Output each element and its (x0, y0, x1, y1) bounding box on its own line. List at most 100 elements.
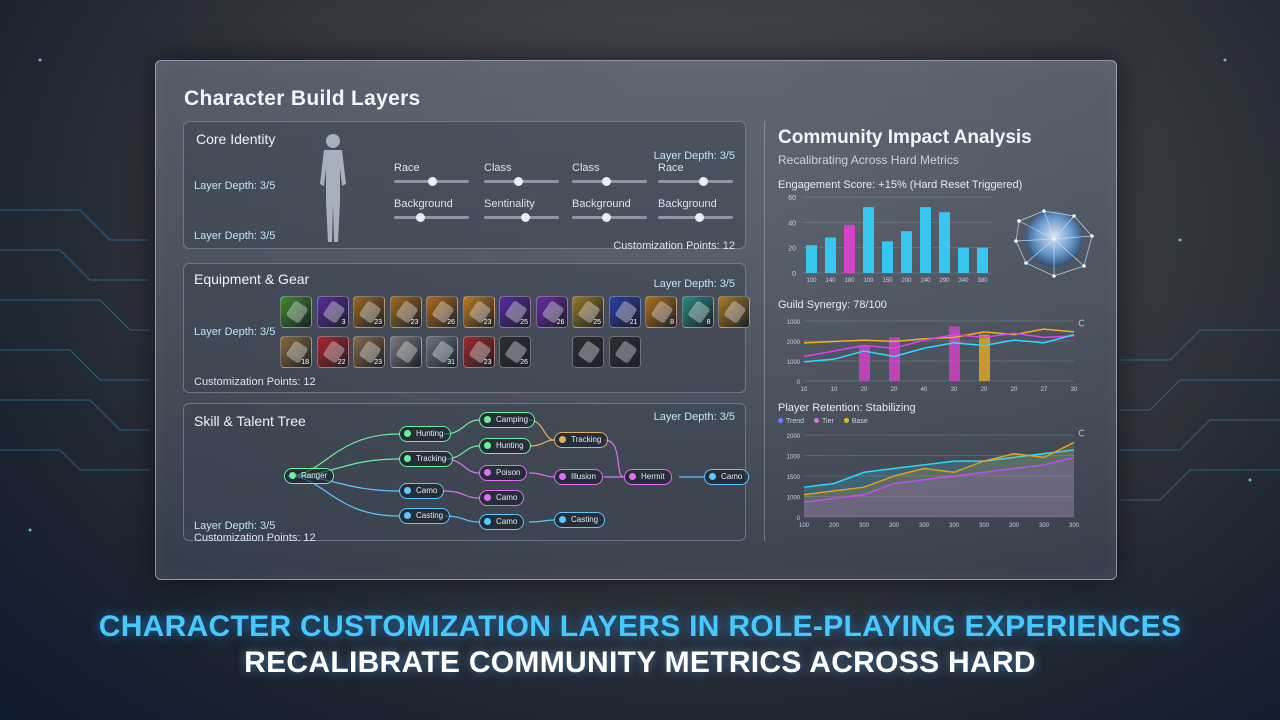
y-tick-label: 1000 (787, 320, 801, 326)
skill-node[interactable]: Camo (399, 483, 445, 499)
skill-node[interactable]: Camo (479, 514, 525, 530)
x-tick-label: 180 (844, 278, 855, 284)
equipment-gear-section: Equipment & Gear Layer Depth: 3/5 Layer … (183, 263, 750, 393)
gear-item-slot[interactable]: 3 (316, 296, 349, 328)
attribute-slider[interactable] (484, 213, 559, 222)
attribute-slider[interactable] (484, 177, 559, 186)
gear-item-icon (723, 300, 747, 324)
skill-node[interactable]: Hunting (399, 426, 451, 442)
skill-node[interactable]: Poison (479, 465, 528, 481)
skill-node[interactable]: Camo (704, 469, 750, 485)
y-tick-label: 2000 (787, 434, 801, 440)
skill-node[interactable]: Tracking (554, 432, 609, 448)
y-tick-label: 0 (792, 271, 796, 278)
x-tick-label: 30 (1071, 387, 1078, 393)
attribute-slider[interactable] (394, 177, 469, 186)
slider-knob[interactable] (521, 213, 531, 222)
x-tick-label: 240 (920, 278, 931, 284)
x-tick-label: 380 (977, 278, 988, 284)
bar (882, 241, 893, 273)
slider-knob[interactable] (699, 177, 708, 186)
skill-node-label: Tracking (416, 454, 447, 463)
slider-label: Class (484, 162, 512, 174)
info-icon[interactable] (1078, 429, 1084, 437)
gear-item-slot[interactable]: 8 (645, 296, 677, 328)
core-depth-top: Layer Depth: 3/5 (653, 150, 735, 162)
gear-item-slot[interactable] (572, 336, 604, 368)
engagement-bar-chart: 0 20 40 60 100 140 180 100 150 200 240 290 340 380 (788, 195, 992, 284)
attribute-slider[interactable] (658, 177, 733, 186)
y-tick-label: 1000 (787, 360, 801, 366)
skill-node[interactable]: Camo (479, 490, 525, 506)
gear-item-slot[interactable]: 26 (499, 336, 531, 368)
attribute-slider[interactable] (394, 213, 469, 222)
skill-node-label: Camo (416, 486, 438, 495)
x-tick-label: 300 (859, 523, 870, 529)
bar (920, 207, 931, 273)
x-tick-label: 100 (799, 523, 810, 529)
x-tick-label: 300 (889, 523, 900, 529)
skill-node[interactable]: Illusion (554, 469, 603, 485)
gear-item-slot[interactable] (718, 296, 750, 328)
gear-item-badge: 23 (410, 319, 419, 326)
gear-item-slot[interactable]: 23 (353, 296, 385, 328)
x-tick-label: 20 (981, 387, 988, 393)
gear-item-slot[interactable]: 23 (389, 296, 422, 328)
gear-item-badge: 21 (629, 319, 638, 326)
skill-node[interactable]: Casting (399, 508, 451, 524)
attribute-slider[interactable] (572, 177, 647, 186)
legend-swatch (778, 418, 783, 423)
gear-item-badge: 3 (341, 319, 346, 326)
gear-item-badge: 26 (520, 359, 528, 366)
info-icon[interactable] (1078, 319, 1084, 327)
skill-node-label: Tracking (571, 435, 602, 444)
gear-item-slot[interactable] (389, 336, 422, 368)
slider-knob[interactable] (416, 213, 426, 222)
skill-node[interactable]: Camping (479, 412, 536, 428)
slider-knob[interactable] (601, 213, 611, 222)
slider-knob[interactable] (513, 177, 523, 186)
gear-item-slot[interactable]: 26 (426, 296, 458, 328)
gear-item-badge: 23 (483, 319, 492, 326)
slider-label: Background (394, 198, 453, 210)
player-retention-label: Player Retention: Stabilizing (778, 402, 916, 414)
skill-node-label: Casting (416, 511, 444, 520)
y-tick-label: 0 (797, 516, 801, 522)
gear-item-icon (577, 340, 601, 364)
skill-node[interactable]: Tracking (399, 451, 454, 467)
legend-label: Base (851, 418, 868, 425)
x-tick-label: 100 (863, 278, 874, 284)
bar (901, 231, 912, 273)
slider-knob[interactable] (695, 213, 705, 222)
community-title: Community Impact Analysis (778, 127, 1032, 148)
gear-item-slot[interactable] (280, 296, 312, 328)
gear-item-slot[interactable] (608, 336, 641, 368)
x-tick-label: 290 (939, 278, 950, 284)
x-tick-label: 27 (1041, 387, 1048, 393)
skill-node[interactable]: Hunting (479, 438, 531, 454)
gear-item-slot[interactable]: 22 (316, 336, 349, 368)
gear-item-slot[interactable]: 26 (535, 296, 568, 328)
gear-item-slot[interactable]: 25 (572, 296, 604, 328)
slider-label: Class (572, 162, 600, 174)
skill-node[interactable]: Hermit (624, 469, 672, 485)
gear-item-slot[interactable]: 18 (280, 336, 312, 368)
slider-knob[interactable] (427, 177, 437, 186)
gear-item-slot[interactable]: 23 (462, 336, 495, 368)
gear-item-slot[interactable]: 31 (426, 336, 458, 368)
skill-node[interactable]: Ranger (284, 468, 335, 484)
slider-knob[interactable] (601, 177, 611, 186)
gear-item-slot[interactable]: 23 (462, 296, 495, 328)
gear-item-badge: 31 (447, 359, 455, 366)
skill-node[interactable]: Casting (554, 512, 606, 528)
attribute-slider[interactable] (572, 213, 647, 222)
x-tick-label: 10 (831, 387, 838, 393)
gear-item-slot[interactable]: 8 (681, 296, 714, 328)
gear-item-slot[interactable]: 21 (608, 296, 641, 328)
skill-node-label: Hermit (641, 472, 665, 481)
gear-item-slot[interactable]: 25 (499, 296, 531, 328)
legend-swatch (843, 418, 849, 423)
y-tick-label: 20 (788, 246, 796, 253)
gear-item-slot[interactable]: 23 (353, 336, 385, 368)
attribute-slider[interactable] (658, 213, 733, 222)
